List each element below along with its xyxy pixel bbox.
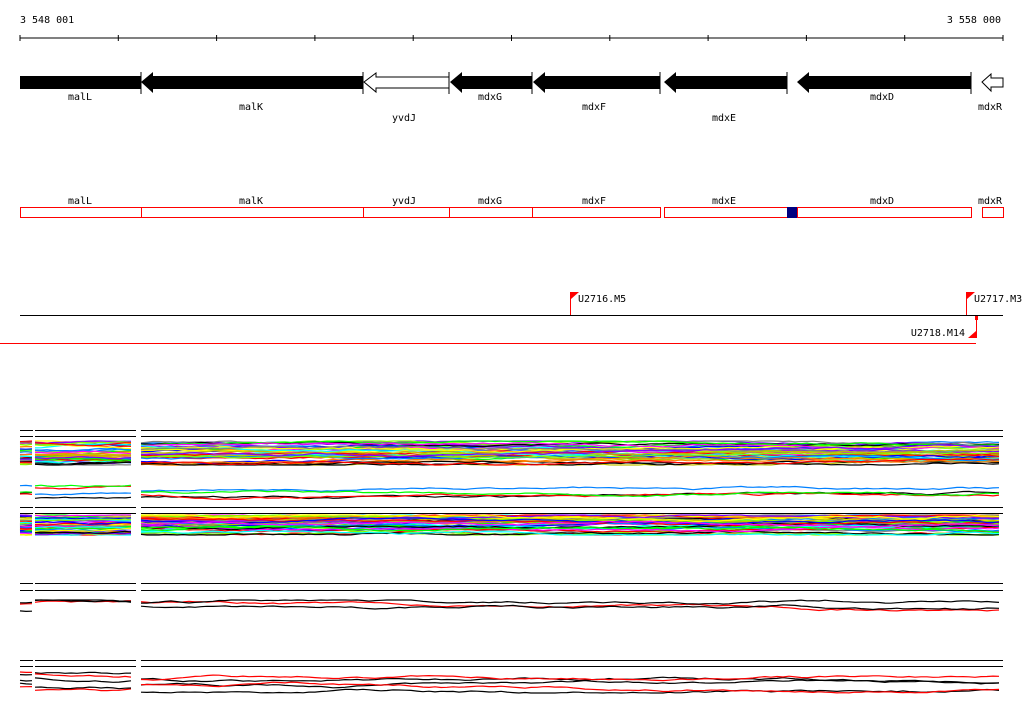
expression-trace <box>19 443 33 446</box>
gene-label-mdxG: mdxG <box>478 92 502 103</box>
expression-trace <box>19 493 33 495</box>
expression-trace <box>19 455 33 458</box>
gene-box-mdxR[interactable] <box>982 207 1004 218</box>
expression-trace <box>19 601 33 604</box>
highlight-block[interactable] <box>787 207 797 218</box>
expression-trace <box>19 459 33 462</box>
expression-trace <box>19 682 33 685</box>
trace-panel-2 <box>19 484 1000 501</box>
gene-mdxE[interactable]: mdxE <box>664 72 788 124</box>
box-label-mdxR: mdxR <box>978 196 1003 207</box>
expression-trace <box>34 496 132 499</box>
gene-label-mdxE: mdxE <box>712 113 736 124</box>
box-label-mdxE: mdxE <box>712 196 736 207</box>
trace-panel-1 <box>19 430 1003 466</box>
gene-malL[interactable]: malL <box>20 76 141 103</box>
gene-label-malK: malK <box>239 102 263 113</box>
marker-label: U2716.M5 <box>578 294 626 305</box>
expression-trace <box>140 681 1000 694</box>
gene-arrow-track: malL malK yvdJ mdxG mdxF mdxE mdxD mdxR <box>20 72 1004 124</box>
expression-trace <box>19 532 33 535</box>
expression-trace <box>34 671 132 675</box>
box-label-yvdJ: yvdJ <box>392 196 416 207</box>
marker-U2716-M5[interactable]: U2716.M5 <box>570 292 627 315</box>
gene-box-malK[interactable] <box>141 207 364 218</box>
expression-trace <box>34 492 132 496</box>
expression-trace <box>34 688 132 692</box>
marker-label: U2717.M3 <box>974 294 1022 305</box>
expression-trace <box>19 528 33 530</box>
trace-panel-3 <box>19 507 1003 536</box>
gene-box-malL[interactable] <box>20 207 142 218</box>
gene-label-malL: malL <box>68 92 92 103</box>
expression-trace <box>19 521 33 524</box>
marker-track: U2716.M5 U2717.M3 U2718.M14 <box>0 292 1022 344</box>
gene-box-mdxG[interactable] <box>449 207 533 218</box>
expression-trace <box>19 445 33 448</box>
gene-malK[interactable]: malK <box>140 72 363 113</box>
gene-box-labels: malL malK yvdJ mdxG mdxF mdxE mdxD mdxR <box>68 196 1003 207</box>
marker-label: U2718.M14 <box>911 328 965 339</box>
gene-yvdJ[interactable]: yvdJ <box>362 72 450 124</box>
gene-label-yvdJ: yvdJ <box>392 113 416 124</box>
gene-mdxF[interactable]: mdxF <box>531 72 661 113</box>
gene-box-mdxD[interactable] <box>797 207 972 218</box>
expression-trace <box>19 610 33 613</box>
gene-box-track <box>20 207 1004 218</box>
expression-trace <box>34 484 132 488</box>
box-label-mdxG: mdxG <box>478 196 502 207</box>
expression-trace <box>140 485 1000 492</box>
expression-trace <box>19 679 33 682</box>
marker-U2717-M3[interactable]: U2717.M3 <box>966 292 1023 315</box>
gene-box-yvdJ[interactable] <box>363 207 450 218</box>
marker-U2718-M14[interactable]: U2718.M14 <box>911 316 978 339</box>
gene-label-mdxD: mdxD <box>870 92 894 103</box>
expression-trace <box>34 517 132 520</box>
expression-trace <box>19 484 33 487</box>
gene-label-mdxF: mdxF <box>582 102 606 113</box>
gene-mdxD[interactable]: mdxD <box>797 72 972 103</box>
trace-panel-5 <box>19 660 1003 694</box>
expression-trace <box>19 514 33 517</box>
expression-trace <box>19 518 32 521</box>
gene-box-mdxF[interactable] <box>532 207 661 218</box>
gene-label-mdxR: mdxR <box>978 102 1003 113</box>
expression-trace <box>34 677 132 683</box>
expression-trace <box>34 673 132 678</box>
box-label-malK: malK <box>239 196 263 207</box>
box-label-mdxF: mdxF <box>582 196 606 207</box>
trace-panel-4 <box>19 583 1003 613</box>
expression-trace <box>19 451 33 453</box>
gene-box-mdxE[interactable] <box>664 207 788 218</box>
coordinate-ruler: 3 548 001 3 558 000 <box>19 15 1004 41</box>
expression-trace <box>19 453 33 456</box>
expression-trace <box>19 442 33 444</box>
gene-mdxR[interactable]: mdxR <box>978 72 1004 113</box>
genome-browser-view: 3 548 001 3 558 000 malL malK yvdJ mdxG <box>0 15 1022 694</box>
ruler-start-label: 3 548 001 <box>20 15 74 26</box>
box-label-malL: malL <box>68 196 92 207</box>
expression-trace-panels <box>19 430 1003 694</box>
expression-trace <box>19 525 33 528</box>
box-label-mdxD: mdxD <box>870 196 894 207</box>
gene-mdxG[interactable]: mdxG <box>448 72 532 103</box>
ruler-end-label: 3 558 000 <box>947 15 1001 26</box>
